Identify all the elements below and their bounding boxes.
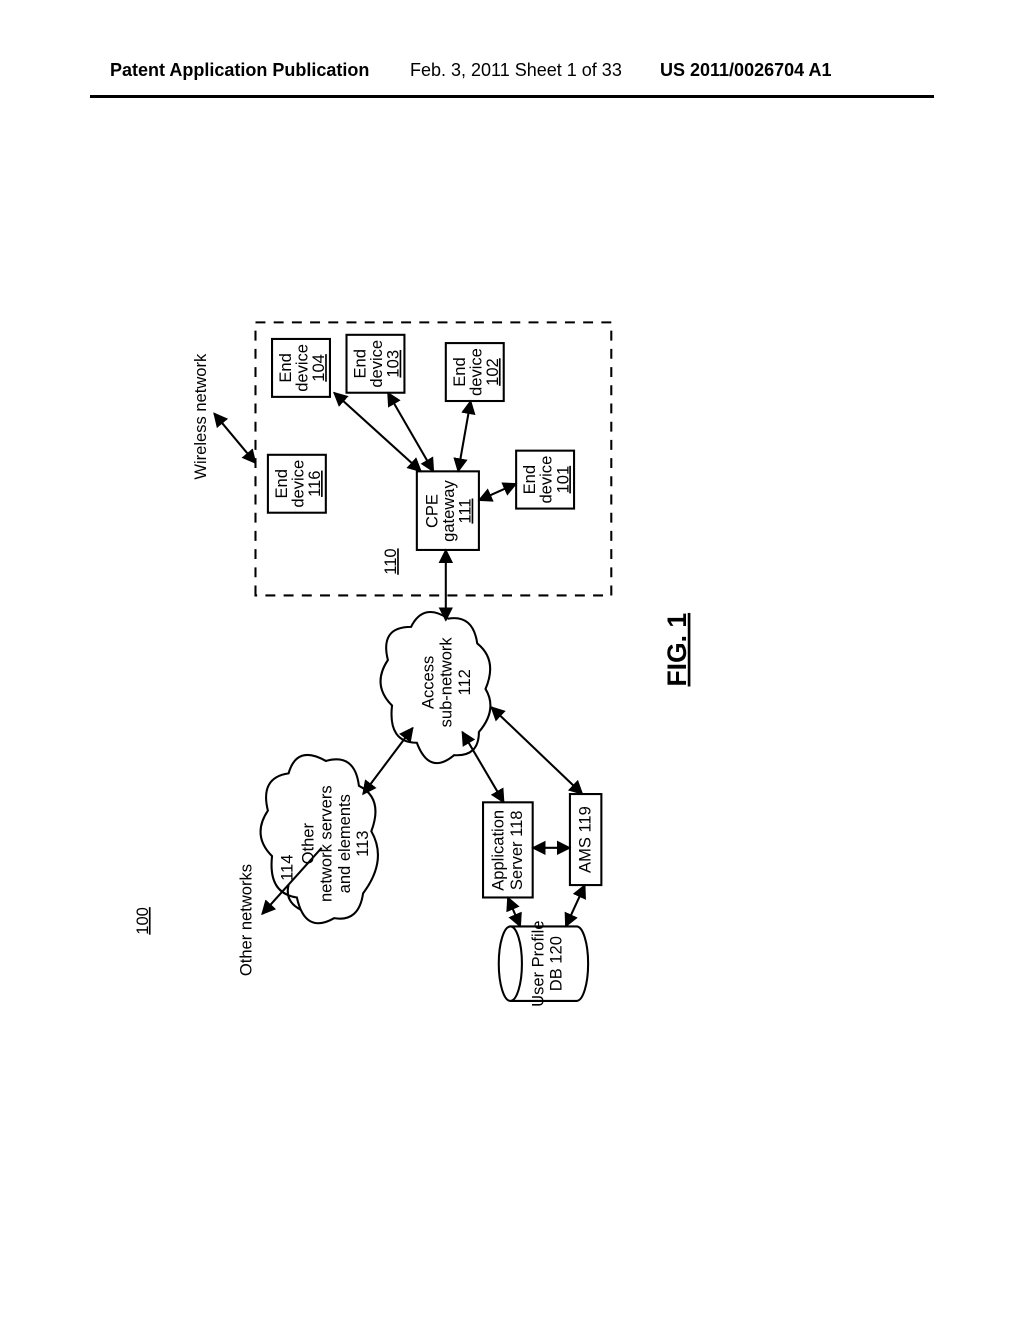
svg-text:102: 102 xyxy=(483,358,502,386)
link-wireless-network xyxy=(214,413,255,463)
svg-text:User Profile: User Profile xyxy=(528,920,547,1006)
figure-canvas: 100 Other networks 114 Other network ser… xyxy=(90,150,934,1170)
svg-text:Application: Application xyxy=(489,810,508,891)
svg-text:DB 120: DB 120 xyxy=(547,936,566,991)
box-ams: AMS 119 xyxy=(570,794,601,885)
ref-110: 110 xyxy=(381,548,400,574)
svg-text:sub-network: sub-network xyxy=(437,637,456,728)
box-end-device-101: End device 101 xyxy=(516,451,574,509)
header-left: Patent Application Publication xyxy=(110,60,369,81)
link-cpe-103 xyxy=(388,393,434,472)
svg-text:Other: Other xyxy=(298,823,317,865)
header-right: US 2011/0026704 A1 xyxy=(660,60,831,81)
link-cpe-101 xyxy=(479,484,516,501)
svg-text:and elements: and elements xyxy=(335,794,354,893)
header-mid: Feb. 3, 2011 Sheet 1 of 33 xyxy=(410,60,622,81)
label-wireless-network: Wireless network xyxy=(191,353,210,480)
ref-114: 114 xyxy=(278,855,297,881)
box-end-device-116: End device 116 xyxy=(268,455,326,513)
svg-text:103: 103 xyxy=(384,350,403,378)
link-appserver-access xyxy=(462,732,503,802)
link-db-appserver xyxy=(508,897,520,926)
svg-text:116: 116 xyxy=(305,471,324,497)
svg-text:101: 101 xyxy=(553,466,572,494)
page-header: Patent Application Publication Feb. 3, 2… xyxy=(0,60,1024,100)
link-db-ams xyxy=(566,885,585,926)
cloud-other-servers: Other network servers and elements 113 xyxy=(261,755,378,923)
svg-text:AMS 119: AMS 119 xyxy=(576,806,595,873)
box-cpe-gateway: CPE gateway 111 xyxy=(417,471,479,550)
figure-label: FIG. 1 xyxy=(662,613,692,687)
box-end-device-104: End device 104 xyxy=(272,339,330,397)
box-end-device-103: End device 103 xyxy=(347,335,405,393)
svg-text:network servers: network servers xyxy=(317,785,336,902)
cylinder-user-profile-db: User Profile DB 120 xyxy=(499,920,588,1006)
svg-text:113: 113 xyxy=(353,831,372,857)
diagram-svg: 100 Other networks 114 Other network ser… xyxy=(90,150,934,1170)
header-rule xyxy=(90,95,934,98)
cloud-access-subnetwork: Access sub-network 112 xyxy=(381,612,491,763)
svg-text:104: 104 xyxy=(309,354,328,382)
box-end-device-102: End device 102 xyxy=(446,343,504,401)
link-cpe-104 xyxy=(334,393,421,472)
svg-text:Server 118: Server 118 xyxy=(507,810,526,890)
figure-number: 100 xyxy=(133,907,152,935)
link-servers-access xyxy=(363,728,413,794)
box-application-server: Application Server 118 xyxy=(483,802,533,897)
link-cpe-102 xyxy=(458,401,470,471)
link-ams-access xyxy=(491,707,582,794)
svg-text:112: 112 xyxy=(455,669,474,695)
svg-text:111: 111 xyxy=(456,498,475,523)
label-other-networks: Other networks xyxy=(236,864,255,976)
svg-text:Access: Access xyxy=(418,656,437,709)
